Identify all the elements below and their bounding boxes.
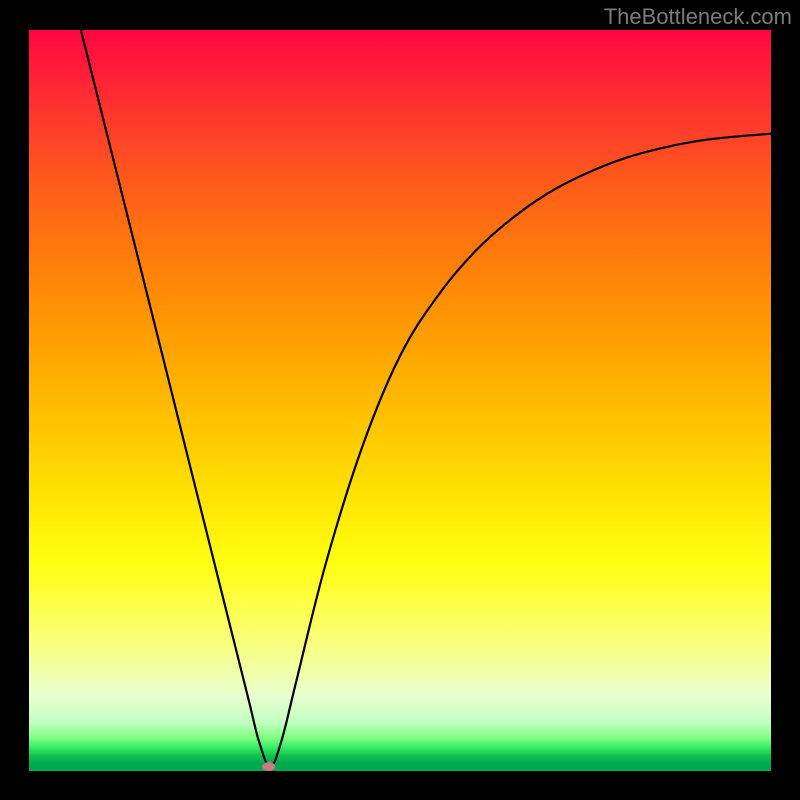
curve-minimum-marker bbox=[262, 762, 275, 771]
chart-container: TheBottleneck.com bbox=[0, 0, 800, 800]
bottleneck-curve bbox=[81, 30, 771, 767]
watermark-label: TheBottleneck.com bbox=[604, 4, 792, 30]
curve-layer bbox=[29, 30, 771, 771]
